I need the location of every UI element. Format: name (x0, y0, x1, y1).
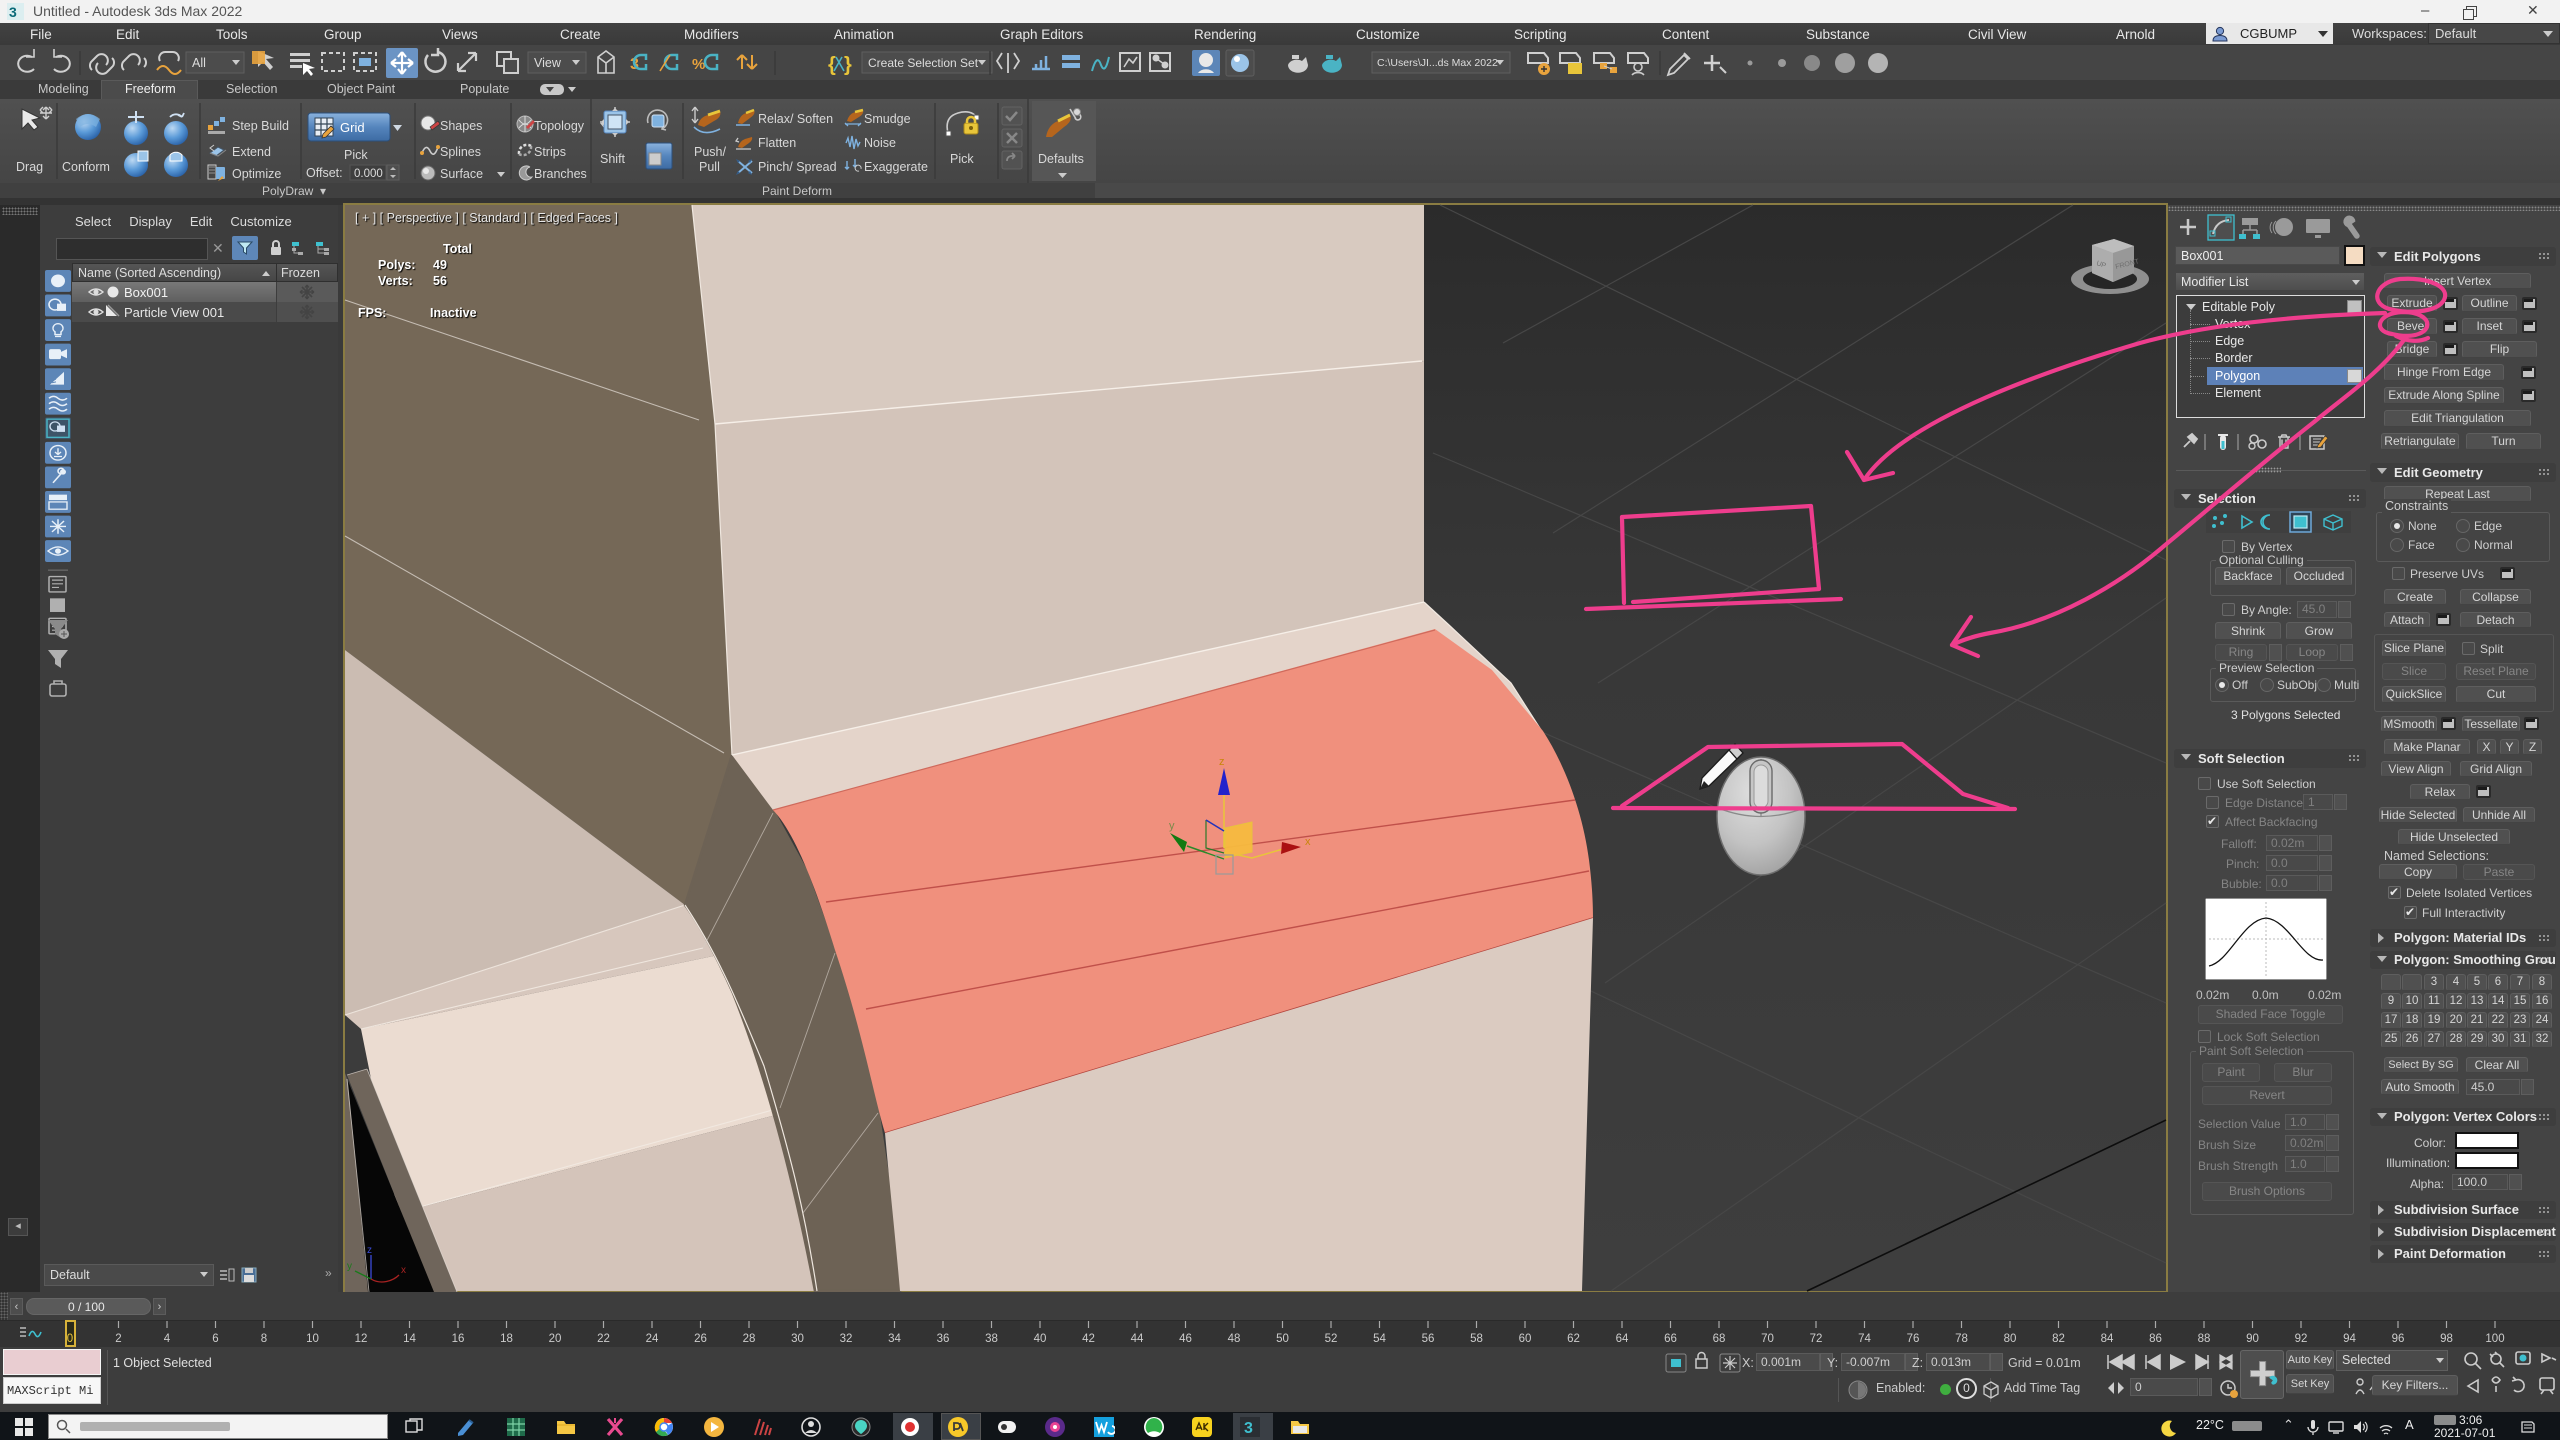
svg-text:52: 52 (1325, 1333, 1338, 1345)
svg-text:72: 72 (1810, 1333, 1823, 1345)
svg-text:Pinch/ Spread: Pinch/ Spread (758, 160, 837, 174)
svg-text:Grid: Grid (340, 120, 365, 135)
svg-text:Topology: Topology (534, 119, 585, 133)
svg-text:90: 90 (2246, 1333, 2259, 1345)
svg-text:30: 30 (791, 1333, 804, 1345)
svg-text:Smudge: Smudge (864, 112, 911, 126)
svg-text:18: 18 (500, 1333, 513, 1345)
svg-text:56: 56 (433, 274, 447, 288)
svg-text:y: y (1169, 820, 1175, 832)
svg-text:0.000: 0.000 (354, 168, 383, 180)
svg-text:70: 70 (1761, 1333, 1774, 1345)
svg-text:100: 100 (2485, 1333, 2504, 1345)
svg-text:Create Selection Set: Create Selection Set (868, 56, 979, 70)
svg-text:26: 26 (694, 1333, 707, 1345)
svg-text:View: View (534, 56, 562, 70)
svg-text:4: 4 (164, 1333, 171, 1345)
svg-text:Defaults: Defaults (1038, 152, 1084, 166)
svg-text:Total: Total (443, 242, 472, 256)
svg-text:Conform: Conform (62, 160, 110, 174)
svg-text:6: 6 (212, 1333, 218, 1345)
svg-text:Noise: Noise (864, 136, 896, 150)
svg-text:z: z (1219, 756, 1225, 768)
svg-text:82: 82 (2052, 1333, 2065, 1345)
svg-text:22: 22 (597, 1333, 610, 1345)
svg-text:Inactive: Inactive (430, 306, 477, 320)
svg-text:62: 62 (1567, 1333, 1580, 1345)
svg-text:0: 0 (67, 1333, 73, 1345)
svg-text:88: 88 (2198, 1333, 2211, 1345)
svg-text:3: 3 (1244, 1420, 1253, 1437)
svg-text:34: 34 (888, 1333, 901, 1345)
svg-text:Polys:: Polys: (378, 258, 416, 272)
svg-text:58: 58 (1470, 1333, 1483, 1345)
svg-text:Shift: Shift (600, 152, 626, 166)
svg-text:94: 94 (2343, 1333, 2356, 1345)
svg-text:36: 36 (937, 1333, 950, 1345)
svg-text:84: 84 (2101, 1333, 2114, 1345)
svg-text:54: 54 (1373, 1333, 1386, 1345)
svg-text:Flatten: Flatten (758, 136, 796, 150)
svg-text:38: 38 (985, 1333, 998, 1345)
svg-text:56: 56 (1422, 1333, 1435, 1345)
svg-text:32: 32 (840, 1333, 853, 1345)
svg-text:50: 50 (1276, 1333, 1289, 1345)
svg-text:48: 48 (1228, 1333, 1241, 1345)
svg-text:80: 80 (2004, 1333, 2017, 1345)
svg-text:Strips: Strips (534, 145, 566, 159)
svg-text:28: 28 (743, 1333, 756, 1345)
svg-text:Relax/ Soften: Relax/ Soften (758, 112, 833, 126)
svg-text:49: 49 (433, 258, 447, 272)
svg-text:78: 78 (1955, 1333, 1968, 1345)
svg-text:Extend: Extend (232, 145, 271, 159)
svg-text:12: 12 (355, 1333, 368, 1345)
svg-text:64: 64 (1616, 1333, 1629, 1345)
svg-text:2: 2 (115, 1333, 121, 1345)
svg-text:46: 46 (1179, 1333, 1192, 1345)
svg-text:16: 16 (452, 1333, 465, 1345)
svg-text:24: 24 (646, 1333, 659, 1345)
svg-text:8: 8 (261, 1333, 267, 1345)
svg-text:14: 14 (403, 1333, 416, 1345)
svg-text:Drag: Drag (16, 160, 43, 174)
svg-text:Step Build: Step Build (232, 119, 289, 133)
svg-text:Optimize: Optimize (232, 167, 281, 181)
svg-text:%: % (692, 56, 705, 73)
svg-text:44: 44 (1131, 1333, 1144, 1345)
svg-text:Offset:: Offset: (306, 166, 343, 180)
svg-text:Exaggerate: Exaggerate (864, 160, 928, 174)
svg-text:66: 66 (1664, 1333, 1677, 1345)
svg-text:Pull: Pull (699, 160, 720, 174)
svg-text:68: 68 (1713, 1333, 1726, 1345)
svg-text:x: x (1305, 836, 1311, 848)
svg-text:98: 98 (2440, 1333, 2453, 1345)
svg-text:Surface: Surface (440, 167, 483, 181)
svg-text:x: x (401, 1265, 406, 1276)
svg-text:Shapes: Shapes (440, 119, 482, 133)
svg-text:{: { (828, 54, 836, 76)
svg-text:z: z (367, 1245, 372, 1256)
svg-text:42: 42 (1082, 1333, 1095, 1345)
svg-text:Branches: Branches (534, 167, 587, 181)
svg-text:C:\Users\JI...ds Max 2022: C:\Users\JI...ds Max 2022 (1377, 57, 1498, 69)
svg-text:Verts:: Verts: (378, 274, 413, 288)
svg-text:20: 20 (549, 1333, 562, 1345)
svg-text:96: 96 (2392, 1333, 2405, 1345)
svg-text:Pick: Pick (950, 152, 974, 166)
svg-text:FPS:: FPS: (358, 306, 386, 320)
svg-text:74: 74 (1858, 1333, 1871, 1345)
svg-text:Splines: Splines (440, 145, 481, 159)
svg-text:60: 60 (1519, 1333, 1532, 1345)
svg-text:[ + ] [ Perspective ] [ Standa: [ + ] [ Perspective ] [ Standard ] [ Edg… (355, 211, 618, 225)
svg-text:86: 86 (2149, 1333, 2162, 1345)
svg-text:40: 40 (1034, 1333, 1047, 1345)
svg-text:y: y (347, 1261, 352, 1272)
svg-text:All: All (192, 56, 206, 70)
svg-text:Push/: Push/ (694, 145, 726, 159)
svg-text:92: 92 (2295, 1333, 2308, 1345)
svg-text:}: } (844, 54, 852, 76)
svg-text:Pick: Pick (344, 148, 368, 162)
svg-text:76: 76 (1907, 1333, 1920, 1345)
svg-text:10: 10 (306, 1333, 319, 1345)
